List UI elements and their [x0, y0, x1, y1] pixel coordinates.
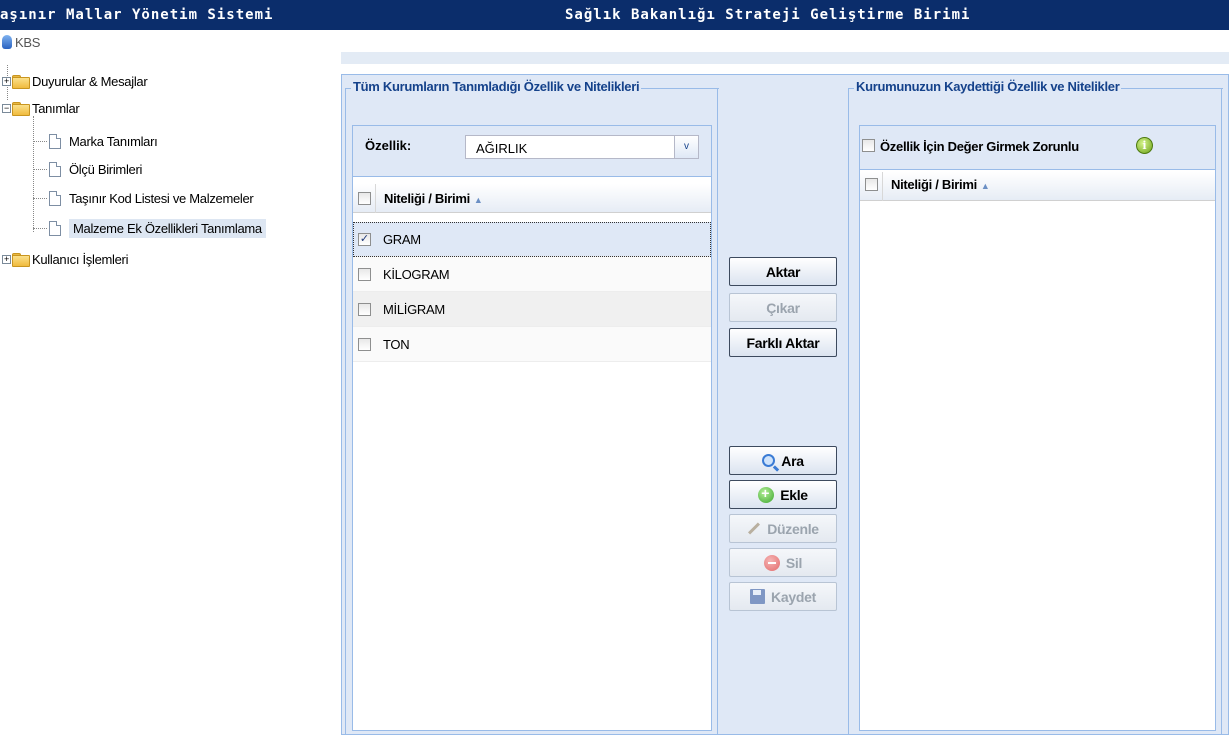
delete-icon	[763, 554, 780, 571]
tree-item-olcu[interactable]: Ölçü Birimleri	[33, 159, 142, 179]
fieldset-legend: Tüm Kurumların Tanımladığı Özellik ve Ni…	[351, 79, 642, 94]
sort-asc-icon: ▲	[980, 181, 990, 191]
sort-asc-icon: ▲	[473, 195, 483, 205]
select-all-checkbox[interactable]	[865, 178, 878, 191]
column-header-nitelik[interactable]: Niteliği / Birimi ▲	[384, 191, 483, 206]
zorunlu-bar: Özellik İçin Değer Girmek Zorunlu i	[860, 126, 1215, 170]
grid-header: Niteliği / Birimi ▲	[353, 184, 711, 213]
tree-item-label: KBS	[15, 34, 41, 50]
institution-grid-panel: Özellik İçin Değer Girmek Zorunlu i Nite…	[859, 125, 1216, 731]
tree-item-label: Tanımlar	[32, 100, 80, 116]
chevron-down-icon[interactable]: v	[674, 136, 698, 158]
document-icon	[49, 190, 61, 206]
folder-open-icon	[12, 101, 30, 116]
save-icon	[750, 589, 766, 604]
row-label: TON	[383, 337, 410, 352]
all-institutions-fieldset: Tüm Kurumların Tanımladığı Özellik ve Ni…	[345, 79, 719, 735]
zorunlu-checkbox[interactable]	[862, 139, 875, 152]
navigation-tree: KBS + Duyurular & Mesajlar − Tanımlar Ma…	[0, 30, 338, 735]
tree-item-label: Ölçü Birimleri	[69, 161, 143, 177]
tree-item-tasinir[interactable]: Taşınır Kod Listesi ve Malzemeler	[33, 188, 254, 208]
tree-item-malzeme-ek[interactable]: Malzeme Ek Özellikleri Tanımlama	[33, 218, 266, 238]
ozellik-select[interactable]: AĞIRLIK v	[465, 135, 699, 159]
title-bar: aşınır Mallar Yönetim Sistemi Sağlık Bak…	[0, 0, 1229, 30]
collapse-icon[interactable]: −	[2, 103, 11, 113]
cikar-button[interactable]: Çıkar	[729, 293, 837, 322]
organization-title: Sağlık Bakanlığı Strateji Geliştirme Bir…	[565, 7, 971, 23]
edit-icon	[748, 522, 761, 535]
table-row[interactable]: MİLİGRAM	[353, 292, 711, 327]
ara-button[interactable]: Ara	[729, 446, 837, 475]
grid-header: Niteliği / Birimi ▲	[860, 172, 1215, 201]
row-label: GRAM	[383, 232, 421, 247]
table-row[interactable]: ✓ GRAM	[353, 222, 711, 257]
document-icon	[49, 161, 61, 177]
expand-icon[interactable]: +	[2, 76, 11, 86]
tree-item-marka[interactable]: Marka Tanımları	[33, 131, 158, 151]
row-label: KİLOGRAM	[383, 267, 450, 282]
toolbar-strip	[341, 52, 1229, 64]
select-all-checkbox[interactable]	[358, 192, 371, 205]
row-checkbox[interactable]	[358, 338, 371, 351]
zorunlu-label: Özellik İçin Değer Girmek Zorunlu	[880, 139, 1079, 154]
tree-item-label: Taşınır Kod Listesi ve Malzemeler	[69, 190, 254, 206]
aktar-button[interactable]: Aktar	[729, 257, 837, 286]
user-icon	[2, 35, 12, 49]
tree-item-label: Marka Tanımları	[69, 133, 158, 149]
row-label: MİLİGRAM	[383, 302, 445, 317]
expand-icon[interactable]: +	[2, 254, 11, 264]
tree-item-label: Malzeme Ek Özellikleri Tanımlama	[69, 218, 266, 238]
properties-grid-panel: Özellik: AĞIRLIK v Niteliği / Birimi ▲ ✓ …	[352, 125, 712, 731]
table-row[interactable]: KİLOGRAM	[353, 257, 711, 292]
document-icon	[49, 220, 61, 236]
add-icon	[758, 485, 775, 503]
sil-button[interactable]: Sil	[729, 548, 837, 577]
main-content: Tüm Kurumların Tanımladığı Özellik ve Ni…	[338, 30, 1229, 735]
tree-item-label: Duyurular & Mesajlar	[32, 73, 148, 89]
row-checkbox[interactable]	[358, 268, 371, 281]
kaydet-button[interactable]: Kaydet	[729, 582, 837, 611]
institution-fieldset: Kurumunuzun Kaydettiği Özellik ve Niteli…	[848, 79, 1223, 735]
ozellik-value: AĞIRLIK	[476, 141, 528, 156]
tree-item-label: Kullanıcı İşlemleri	[32, 251, 129, 267]
folder-icon	[12, 252, 30, 267]
tree-item-tanimlar[interactable]: − Tanımlar	[2, 98, 80, 118]
tree-item-kbs[interactable]: KBS	[2, 32, 40, 52]
ekle-button[interactable]: Ekle	[729, 480, 837, 509]
column-header-nitelik[interactable]: Niteliği / Birimi ▲	[891, 177, 990, 192]
row-checkbox[interactable]: ✓	[358, 233, 371, 246]
document-icon	[49, 133, 61, 149]
duzenle-button[interactable]: Düzenle	[729, 514, 837, 543]
info-icon[interactable]: i	[1136, 137, 1153, 154]
farkli-aktar-button[interactable]: Farklı Aktar	[729, 328, 837, 357]
app-title: aşınır Mallar Yönetim Sistemi	[0, 7, 274, 23]
fieldset-legend: Kurumunuzun Kaydettiği Özellik ve Niteli…	[854, 79, 1122, 94]
ozellik-label: Özellik:	[365, 138, 412, 153]
search-icon	[762, 454, 776, 467]
row-checkbox[interactable]	[358, 303, 371, 316]
tree-item-kullanici[interactable]: + Kullanıcı İşlemleri	[2, 249, 128, 269]
property-filter-bar: Özellik: AĞIRLIK v	[353, 126, 711, 177]
table-row[interactable]: TON	[353, 327, 711, 362]
folder-icon	[12, 74, 30, 89]
tree-item-duyurular[interactable]: + Duyurular & Mesajlar	[2, 71, 148, 91]
